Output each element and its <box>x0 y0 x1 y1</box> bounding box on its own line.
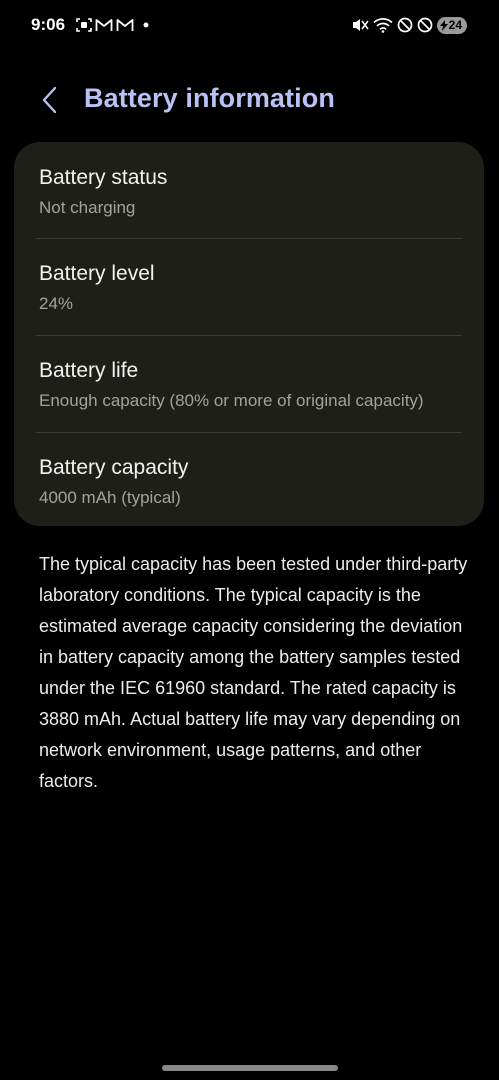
item-value: Enough capacity (80% or more of original… <box>39 391 424 410</box>
battery-info-card: Battery status Not charging Battery leve… <box>14 142 484 526</box>
status-system-icons: 24 <box>351 15 467 35</box>
do-not-disturb-icon <box>417 17 433 33</box>
dot-icon <box>143 22 149 28</box>
page-title: Battery information <box>84 83 335 113</box>
battery-level-item[interactable]: Battery level 24% <box>39 238 462 334</box>
bolt-icon <box>439 19 448 31</box>
item-value: 4000 mAh (typical) <box>39 488 181 507</box>
gmail-icon <box>116 18 134 32</box>
do-not-disturb-icon <box>397 17 413 33</box>
item-title: Battery level <box>39 262 155 285</box>
battery-status-item[interactable]: Battery status Not charging <box>39 142 462 238</box>
item-value: Not charging <box>39 198 136 217</box>
battery-capacity-item[interactable]: Battery capacity 4000 mAh (typical) <box>39 432 462 528</box>
mute-icon <box>351 17 369 33</box>
wifi-icon <box>373 17 393 33</box>
item-value: 24% <box>39 294 74 313</box>
status-time: 9:06 <box>31 15 66 34</box>
item-title: Battery life <box>39 359 139 382</box>
battery-percent: 24 <box>448 18 462 32</box>
battery-life-item[interactable]: Battery life Enough capacity (80% or mor… <box>39 335 462 431</box>
capacity-description: The typical capacity has been tested und… <box>39 554 468 791</box>
gesture-nav-handle[interactable] <box>162 1065 338 1071</box>
item-title: Battery status <box>39 166 168 189</box>
gmail-icon <box>95 18 113 32</box>
chevron-left-icon <box>42 86 57 114</box>
item-title: Battery capacity <box>39 456 189 479</box>
back-button[interactable] <box>34 84 64 116</box>
status-notification-icons <box>76 15 149 35</box>
battery-icon: 24 <box>436 16 467 34</box>
status-bar: 9:06 24 <box>0 0 499 52</box>
header: Battery information <box>0 80 499 120</box>
screenshot-icon <box>76 17 92 33</box>
